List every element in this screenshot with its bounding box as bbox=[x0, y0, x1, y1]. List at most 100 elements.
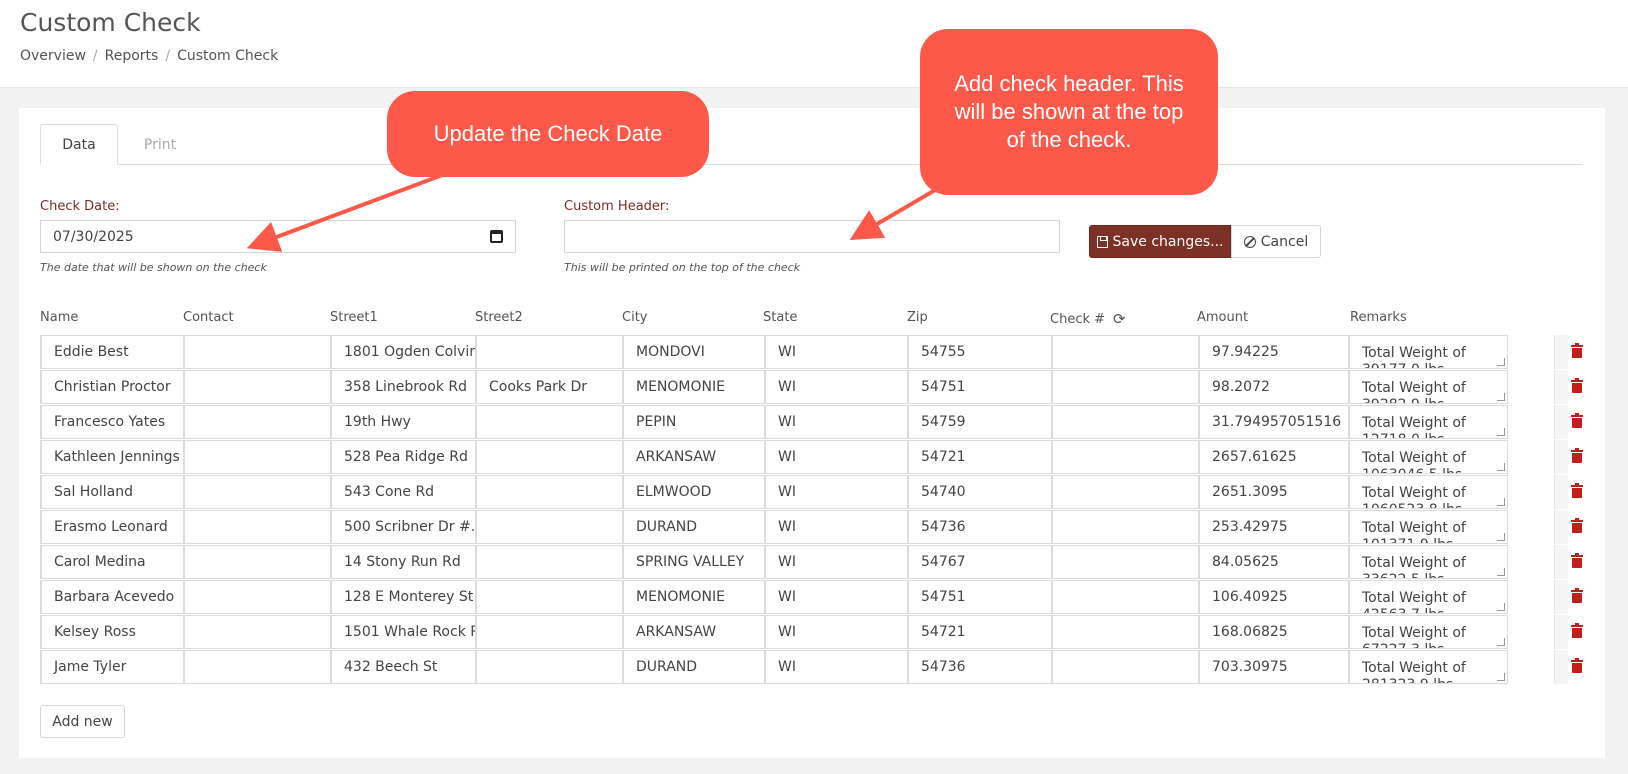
cell-street2[interactable]: Cooks Park Dr bbox=[475, 370, 624, 404]
cell-zip[interactable]: 54759 bbox=[907, 405, 1053, 439]
resize-grip-icon[interactable] bbox=[1497, 393, 1505, 401]
remarks-scrollbar[interactable] bbox=[1554, 370, 1568, 404]
cell-street2[interactable] bbox=[475, 580, 624, 614]
cell-zip[interactable]: 54736 bbox=[907, 510, 1053, 544]
cell-check[interactable] bbox=[1051, 440, 1200, 474]
custom-header-input[interactable] bbox=[564, 220, 1060, 253]
cell-remarks[interactable]: Total Weight of 1060523.8 lbs bbox=[1348, 475, 1508, 509]
cell-street1[interactable]: 19th Hwy bbox=[330, 405, 477, 439]
cell-street2[interactable] bbox=[475, 440, 624, 474]
cell-name[interactable]: Barbara Acevedo bbox=[40, 580, 186, 614]
cell-zip[interactable]: 54740 bbox=[907, 475, 1053, 509]
cell-contact[interactable] bbox=[183, 545, 332, 579]
cell-state[interactable]: WI bbox=[764, 370, 909, 404]
cell-check[interactable] bbox=[1051, 335, 1200, 369]
cell-city[interactable]: MONDOVI bbox=[622, 335, 766, 369]
cell-state[interactable]: WI bbox=[764, 335, 909, 369]
tab-data[interactable]: Data bbox=[40, 124, 118, 165]
cell-remarks[interactable]: Total Weight of 281323.9 lbs bbox=[1348, 650, 1508, 684]
cell-amount[interactable]: 168.06825 bbox=[1198, 615, 1350, 649]
cell-city[interactable]: MENOMONIE bbox=[622, 370, 766, 404]
remarks-scrollbar[interactable] bbox=[1554, 545, 1568, 579]
resize-grip-icon[interactable] bbox=[1497, 568, 1505, 576]
cell-contact[interactable] bbox=[183, 580, 332, 614]
tab-print[interactable]: Print bbox=[118, 124, 202, 165]
cell-name[interactable]: Christian Proctor bbox=[40, 370, 186, 404]
remarks-scrollbar[interactable] bbox=[1554, 440, 1568, 474]
resize-grip-icon[interactable] bbox=[1497, 673, 1505, 681]
cell-remarks[interactable]: Total Weight of 101371.9 lbs bbox=[1348, 510, 1508, 544]
trash-icon[interactable] bbox=[1571, 553, 1583, 568]
cell-contact[interactable] bbox=[183, 510, 332, 544]
trash-icon[interactable] bbox=[1571, 413, 1583, 428]
remarks-scrollbar[interactable] bbox=[1554, 615, 1568, 649]
cell-city[interactable]: ELMWOOD bbox=[622, 475, 766, 509]
cell-amount[interactable]: 2651.3095 bbox=[1198, 475, 1350, 509]
trash-icon[interactable] bbox=[1571, 448, 1583, 463]
cell-remarks[interactable]: Total Weight of 33622.5 lbs bbox=[1348, 545, 1508, 579]
cell-remarks[interactable]: Total Weight of 39177.0 lbs bbox=[1348, 335, 1508, 369]
remarks-scrollbar[interactable] bbox=[1554, 510, 1568, 544]
cell-state[interactable]: WI bbox=[764, 510, 909, 544]
cell-amount[interactable]: 98.2072 bbox=[1198, 370, 1350, 404]
cell-city[interactable]: SPRING VALLEY bbox=[622, 545, 766, 579]
resize-grip-icon[interactable] bbox=[1497, 603, 1505, 611]
cell-name[interactable]: Sal Holland bbox=[40, 475, 186, 509]
cell-state[interactable]: WI bbox=[764, 615, 909, 649]
cell-check[interactable] bbox=[1051, 545, 1200, 579]
cell-contact[interactable] bbox=[183, 370, 332, 404]
cell-amount[interactable]: 97.94225 bbox=[1198, 335, 1350, 369]
trash-icon[interactable] bbox=[1571, 623, 1583, 638]
cell-amount[interactable]: 703.30975 bbox=[1198, 650, 1350, 684]
cell-street1[interactable]: 1501 Whale Rock Rd bbox=[330, 615, 477, 649]
breadcrumb-reports[interactable]: Reports bbox=[105, 48, 159, 64]
cell-name[interactable]: Kelsey Ross bbox=[40, 615, 186, 649]
cell-contact[interactable] bbox=[183, 335, 332, 369]
cell-name[interactable]: Kathleen Jennings bbox=[40, 440, 186, 474]
cell-check[interactable] bbox=[1051, 650, 1200, 684]
remarks-scrollbar[interactable] bbox=[1554, 650, 1568, 684]
resize-grip-icon[interactable] bbox=[1497, 638, 1505, 646]
cell-street1[interactable]: 432 Beech St bbox=[330, 650, 477, 684]
cell-city[interactable]: ARKANSAW bbox=[622, 440, 766, 474]
cell-amount[interactable]: 31.794957051516 bbox=[1198, 405, 1350, 439]
cell-street2[interactable] bbox=[475, 545, 624, 579]
remarks-scrollbar[interactable] bbox=[1554, 405, 1568, 439]
trash-icon[interactable] bbox=[1571, 518, 1583, 533]
cell-street1[interactable]: 358 Linebrook Rd bbox=[330, 370, 477, 404]
remarks-scrollbar[interactable] bbox=[1554, 580, 1568, 614]
cell-city[interactable]: PEPIN bbox=[622, 405, 766, 439]
cell-zip[interactable]: 54755 bbox=[907, 335, 1053, 369]
cell-street1[interactable]: 1801 Ogden Colvin bbox=[330, 335, 477, 369]
breadcrumb-overview[interactable]: Overview bbox=[20, 48, 86, 64]
cell-zip[interactable]: 54721 bbox=[907, 615, 1053, 649]
trash-icon[interactable] bbox=[1571, 378, 1583, 393]
cell-check[interactable] bbox=[1051, 370, 1200, 404]
cell-street2[interactable] bbox=[475, 615, 624, 649]
cell-street1[interactable]: 128 E Monterey St bbox=[330, 580, 477, 614]
cell-remarks[interactable]: Total Weight of 39282.9 lbs bbox=[1348, 370, 1508, 404]
cell-street2[interactable] bbox=[475, 335, 624, 369]
cell-street2[interactable] bbox=[475, 650, 624, 684]
cell-zip[interactable]: 54751 bbox=[907, 580, 1053, 614]
cell-state[interactable]: WI bbox=[764, 580, 909, 614]
cell-remarks[interactable]: Total Weight of 42563.7 lbs bbox=[1348, 580, 1508, 614]
cell-state[interactable]: WI bbox=[764, 650, 909, 684]
cell-remarks[interactable]: Total Weight of 1063046.5 lbs bbox=[1348, 440, 1508, 474]
add-new-button[interactable]: Add new bbox=[40, 705, 125, 738]
cell-street1[interactable]: 528 Pea Ridge Rd bbox=[330, 440, 477, 474]
cell-check[interactable] bbox=[1051, 580, 1200, 614]
cell-zip[interactable]: 54767 bbox=[907, 545, 1053, 579]
cell-street2[interactable] bbox=[475, 405, 624, 439]
cell-city[interactable]: DURAND bbox=[622, 650, 766, 684]
trash-icon[interactable] bbox=[1571, 658, 1583, 673]
cell-check[interactable] bbox=[1051, 475, 1200, 509]
cell-contact[interactable] bbox=[183, 615, 332, 649]
resize-grip-icon[interactable] bbox=[1497, 463, 1505, 471]
resize-grip-icon[interactable] bbox=[1497, 358, 1505, 366]
resize-grip-icon[interactable] bbox=[1497, 498, 1505, 506]
cancel-button[interactable]: Cancel bbox=[1231, 225, 1321, 258]
cell-name[interactable]: Jame Tyler bbox=[40, 650, 186, 684]
cell-zip[interactable]: 54751 bbox=[907, 370, 1053, 404]
cell-contact[interactable] bbox=[183, 440, 332, 474]
